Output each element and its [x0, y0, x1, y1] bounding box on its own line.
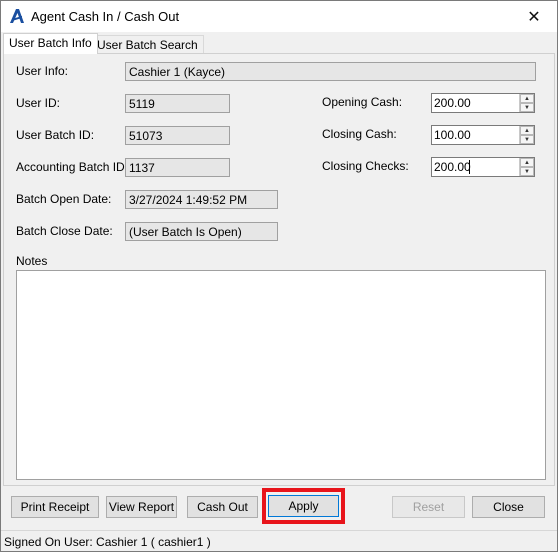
signed-on-user-status: Signed On User: Cashier 1 ( cashier1 )	[4, 535, 211, 549]
apply-highlight-annotation	[262, 488, 345, 524]
batch-open-date-label: Batch Open Date:	[16, 192, 112, 206]
spin-down-icon[interactable]: ▼	[520, 103, 534, 112]
user-info-label: User Info:	[16, 64, 69, 78]
agent-logo-icon	[9, 8, 25, 24]
user-id-label: User ID:	[16, 96, 61, 110]
reset-button: Reset	[392, 496, 465, 518]
spin-down-icon[interactable]: ▼	[520, 167, 534, 176]
tab-user-batch-info[interactable]: User Batch Info	[3, 33, 98, 54]
batch-close-date-field: (User Batch Is Open)	[125, 222, 278, 241]
title-bar[interactable]: Agent Cash In / Cash Out ✕	[1, 1, 557, 32]
user-batch-info-panel: User Info: Cashier 1 (Kayce) User ID: 51…	[3, 53, 555, 486]
closing-checks-label: Closing Checks:	[322, 159, 409, 173]
close-icon[interactable]: ✕	[511, 1, 557, 32]
view-report-button[interactable]: View Report	[106, 496, 177, 518]
accounting-batch-id-label: Accounting Batch ID:	[16, 160, 129, 174]
opening-cash-spin-buttons: ▲ ▼	[519, 94, 534, 112]
opening-cash-value[interactable]: 200.00	[434, 96, 471, 110]
spin-up-icon[interactable]: ▲	[520, 126, 534, 135]
user-info-field: Cashier 1 (Kayce)	[125, 62, 536, 81]
notes-textarea[interactable]	[16, 270, 546, 480]
closing-checks-value[interactable]: 200.00	[434, 160, 471, 174]
closing-cash-value[interactable]: 100.00	[434, 128, 471, 142]
close-button[interactable]: Close	[472, 496, 545, 518]
notes-label: Notes	[16, 254, 48, 268]
accounting-batch-id-field: 1137	[125, 158, 230, 177]
window-title: Agent Cash In / Cash Out	[31, 9, 180, 24]
spin-up-icon[interactable]: ▲	[520, 94, 534, 103]
batch-open-date-field: 3/27/2024 1:49:52 PM	[125, 190, 278, 209]
user-batch-id-label: User Batch ID:	[16, 128, 95, 142]
status-bar: Signed On User: Cashier 1 ( cashier1 )	[1, 530, 557, 551]
closing-cash-stepper[interactable]: 100.00 ▲ ▼	[431, 125, 535, 145]
user-id-field: 5119	[125, 94, 230, 113]
text-caret	[469, 160, 470, 174]
tab-strip: User Batch Info User Batch Search	[3, 33, 555, 54]
user-batch-id-field: 51073	[125, 126, 230, 145]
cash-out-button[interactable]: Cash Out	[187, 496, 258, 518]
spin-up-icon[interactable]: ▲	[520, 158, 534, 167]
closing-checks-stepper[interactable]: 200.00 ▲ ▼	[431, 157, 535, 177]
closing-checks-spin-buttons: ▲ ▼	[519, 158, 534, 176]
closing-cash-spin-buttons: ▲ ▼	[519, 126, 534, 144]
closing-cash-label: Closing Cash:	[322, 127, 397, 141]
tab-user-batch-search[interactable]: User Batch Search	[91, 35, 204, 54]
print-receipt-button[interactable]: Print Receipt	[11, 496, 99, 518]
agent-cash-window: Agent Cash In / Cash Out ✕ User Batch In…	[0, 0, 558, 552]
opening-cash-stepper[interactable]: 200.00 ▲ ▼	[431, 93, 535, 113]
batch-close-date-label: Batch Close Date:	[16, 224, 113, 238]
opening-cash-label: Opening Cash:	[322, 95, 403, 109]
spin-down-icon[interactable]: ▼	[520, 135, 534, 144]
